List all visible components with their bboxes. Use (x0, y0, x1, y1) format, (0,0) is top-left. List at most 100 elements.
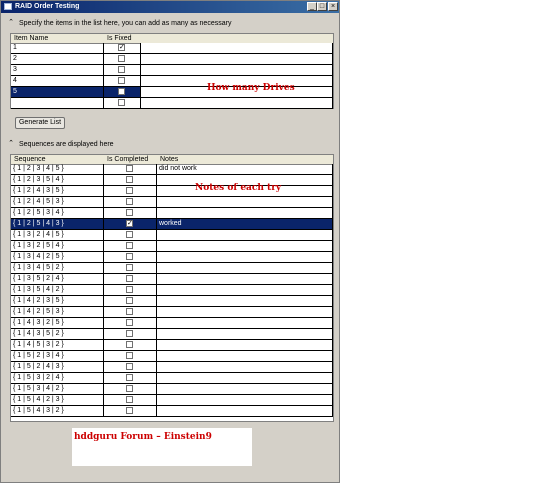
is-completed-checkbox[interactable] (126, 165, 133, 172)
cell-notes[interactable] (157, 296, 333, 307)
cell-sequence[interactable]: { 1 | 5 | 3 | 2 | 4 } (11, 373, 104, 384)
cell-sequence[interactable]: { 1 | 4 | 2 | 5 | 3 } (11, 307, 104, 318)
table-row[interactable]: { 1 | 2 | 5 | 3 | 4 } (11, 208, 333, 219)
cell-notes[interactable]: did not work (157, 164, 333, 175)
cell-sequence[interactable]: { 1 | 3 | 4 | 2 | 5 } (11, 252, 104, 263)
cell-item-name[interactable]: 1 (11, 43, 104, 54)
cell-sequence[interactable]: { 1 | 5 | 2 | 4 | 3 } (11, 362, 104, 373)
cell-notes[interactable] (157, 395, 333, 406)
cell-sequence[interactable]: { 1 | 3 | 2 | 4 | 5 } (11, 230, 104, 241)
table-row[interactable]: { 1 | 3 | 2 | 4 | 5 } (11, 230, 333, 241)
cell-sequence[interactable]: { 1 | 2 | 5 | 4 | 3 } (11, 219, 104, 230)
cell-notes[interactable] (157, 329, 333, 340)
table-row[interactable]: { 1 | 3 | 4 | 2 | 5 } (11, 252, 333, 263)
table-row[interactable]: { 1 | 2 | 3 | 5 | 4 } (11, 175, 333, 186)
items-section-header[interactable]: ⌃ Specify the items in the list here, you… (7, 19, 231, 29)
table-row[interactable]: { 1 | 5 | 4 | 2 | 3 } (11, 395, 333, 406)
cell-notes[interactable] (157, 263, 333, 274)
sequences-grid[interactable]: Sequence Is Completed Notes { 1 | 2 | 3 … (10, 154, 334, 422)
cell-notes[interactable] (157, 241, 333, 252)
table-row[interactable]: { 1 | 5 | 2 | 4 | 3 } (11, 362, 333, 373)
cell-notes[interactable] (157, 340, 333, 351)
table-row[interactable]: 2 (11, 54, 333, 65)
cell-notes[interactable]: worked (157, 219, 333, 230)
table-row[interactable]: 1 ✓ (11, 43, 333, 54)
is-fixed-checkbox[interactable] (118, 99, 125, 106)
is-completed-checkbox[interactable] (126, 385, 133, 392)
table-row[interactable]: { 1 | 4 | 3 | 2 | 5 } (11, 318, 333, 329)
column-header-item-name[interactable]: Item Name (14, 34, 48, 43)
cell-sequence[interactable]: { 1 | 2 | 5 | 3 | 4 } (11, 208, 104, 219)
is-completed-checkbox[interactable] (126, 187, 133, 194)
column-header-notes[interactable]: Notes (160, 155, 178, 164)
is-fixed-checkbox[interactable] (118, 55, 125, 62)
cell-sequence[interactable]: { 1 | 5 | 3 | 4 | 2 } (11, 384, 104, 395)
table-row[interactable]: { 1 | 5 | 4 | 3 | 2 } (11, 406, 333, 417)
is-fixed-checkbox[interactable] (118, 77, 125, 84)
is-completed-checkbox[interactable] (126, 297, 133, 304)
maximize-button[interactable]: □ (317, 2, 327, 11)
table-row[interactable]: { 1 | 5 | 3 | 4 | 2 } (11, 384, 333, 395)
cell-sequence[interactable]: { 1 | 4 | 3 | 5 | 2 } (11, 329, 104, 340)
cell-sequence[interactable]: { 1 | 4 | 3 | 2 | 5 } (11, 318, 104, 329)
cell-notes[interactable] (157, 362, 333, 373)
is-completed-checkbox[interactable] (126, 209, 133, 216)
cell-notes[interactable] (157, 274, 333, 285)
is-completed-checkbox[interactable] (126, 231, 133, 238)
table-row[interactable]: { 1 | 4 | 3 | 5 | 2 } (11, 329, 333, 340)
is-completed-checkbox[interactable] (126, 275, 133, 282)
cell-notes[interactable] (157, 318, 333, 329)
cell-notes[interactable] (157, 285, 333, 296)
minimize-button[interactable]: _ (307, 2, 317, 11)
is-fixed-checkbox[interactable]: ✓ (118, 44, 125, 51)
items-grid[interactable]: Item Name Is Fixed 1 ✓ 2 3 4 5 (10, 33, 334, 109)
cell-notes[interactable] (157, 208, 333, 219)
cell-notes[interactable] (157, 197, 333, 208)
cell-sequence[interactable]: { 1 | 2 | 4 | 5 | 3 } (11, 197, 104, 208)
cell-sequence[interactable]: { 1 | 3 | 2 | 5 | 4 } (11, 241, 104, 252)
cell-item-name[interactable] (11, 98, 104, 109)
table-row[interactable]: { 1 | 5 | 3 | 2 | 4 } (11, 373, 333, 384)
is-completed-checkbox[interactable] (126, 198, 133, 205)
table-row[interactable]: { 1 | 3 | 2 | 5 | 4 } (11, 241, 333, 252)
table-row[interactable]: { 1 | 3 | 5 | 2 | 4 } (11, 274, 333, 285)
chevron-up-icon[interactable]: ⌃ (7, 19, 15, 27)
cell-item-name[interactable]: 2 (11, 54, 104, 65)
chevron-up-icon[interactable]: ⌃ (7, 140, 15, 148)
is-completed-checkbox[interactable] (126, 341, 133, 348)
table-row[interactable]: { 1 | 4 | 2 | 3 | 5 } (11, 296, 333, 307)
cell-sequence[interactable]: { 1 | 3 | 5 | 4 | 2 } (11, 285, 104, 296)
is-completed-checkbox[interactable]: ✓ (126, 220, 133, 227)
table-row[interactable]: { 1 | 2 | 5 | 4 | 3 } ✓ worked (11, 219, 333, 230)
table-row[interactable]: { 1 | 4 | 2 | 5 | 3 } (11, 307, 333, 318)
cell-sequence[interactable]: { 1 | 5 | 4 | 3 | 2 } (11, 406, 104, 417)
is-completed-checkbox[interactable] (126, 253, 133, 260)
table-row[interactable] (11, 98, 333, 109)
is-completed-checkbox[interactable] (126, 363, 133, 370)
cell-sequence[interactable]: { 1 | 2 | 4 | 3 | 5 } (11, 186, 104, 197)
table-row[interactable]: { 1 | 2 | 3 | 4 | 5 } did not work (11, 164, 333, 175)
table-row[interactable]: { 1 | 2 | 4 | 5 | 3 } (11, 197, 333, 208)
column-header-is-fixed[interactable]: Is Fixed (107, 34, 132, 43)
cell-sequence[interactable]: { 1 | 3 | 5 | 2 | 4 } (11, 274, 104, 285)
cell-notes[interactable] (157, 307, 333, 318)
sequences-section-header[interactable]: ⌃ Sequences are displayed here (7, 140, 114, 150)
is-completed-checkbox[interactable] (126, 176, 133, 183)
cell-notes[interactable] (157, 230, 333, 241)
cell-sequence[interactable]: { 1 | 4 | 5 | 3 | 2 } (11, 340, 104, 351)
table-row[interactable]: 3 (11, 65, 333, 76)
table-row[interactable]: { 1 | 3 | 4 | 5 | 2 } (11, 263, 333, 274)
cell-sequence[interactable]: { 1 | 2 | 3 | 4 | 5 } (11, 164, 104, 175)
cell-sequence[interactable]: { 1 | 5 | 2 | 3 | 4 } (11, 351, 104, 362)
cell-sequence[interactable]: { 1 | 5 | 4 | 2 | 3 } (11, 395, 104, 406)
cell-notes[interactable] (157, 351, 333, 362)
is-fixed-checkbox[interactable] (118, 66, 125, 73)
cell-notes[interactable] (157, 406, 333, 417)
is-completed-checkbox[interactable] (126, 286, 133, 293)
cell-sequence[interactable]: { 1 | 3 | 4 | 5 | 2 } (11, 263, 104, 274)
is-completed-checkbox[interactable] (126, 352, 133, 359)
column-header-sequence[interactable]: Sequence (14, 155, 46, 164)
cell-notes[interactable] (157, 373, 333, 384)
cell-notes[interactable] (157, 384, 333, 395)
generate-list-button[interactable]: Generate List (15, 117, 65, 129)
